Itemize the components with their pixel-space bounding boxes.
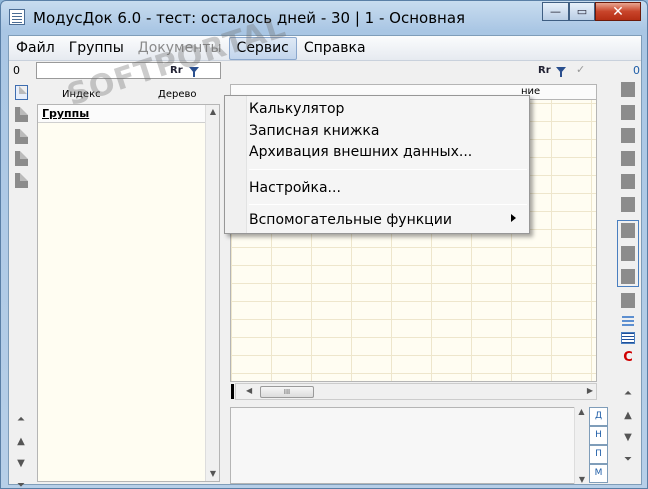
document-icon[interactable] — [621, 174, 635, 189]
side-tab-n[interactable]: Н — [589, 426, 608, 445]
right-register-filter-button[interactable]: Rr — [538, 65, 551, 76]
menu-documents[interactable]: Документы — [131, 37, 229, 60]
notes-panel[interactable] — [230, 407, 588, 484]
left-counter: 0 — [13, 64, 20, 77]
menu-item-notebook[interactable]: Записная книжка — [249, 121, 379, 141]
tab-index[interactable]: Индекс — [62, 89, 101, 100]
menu-item-settings[interactable]: Настройка... — [249, 178, 341, 198]
scroll-left-icon[interactable]: ◀ — [246, 386, 252, 395]
notes-scrollbar[interactable]: ▲ ▼ — [574, 407, 588, 484]
menu-service[interactable]: Сервис — [228, 36, 297, 60]
menu-item-calculator[interactable]: Калькулятор — [249, 99, 344, 119]
menu-item-archive[interactable]: Архивация внешних данных... — [249, 142, 472, 162]
app-icon[interactable] — [9, 9, 25, 25]
menu-groups[interactable]: Группы — [62, 37, 131, 60]
window-title: МодусДок 6.0 - тест: осталось дней - 30 … — [33, 9, 466, 27]
submenu-arrow-icon — [511, 214, 516, 222]
scroll-down-icon[interactable]: ▼ — [206, 467, 220, 481]
grid-horizontal-scrollbar[interactable]: ◀ III ▶ — [235, 383, 597, 400]
left-filter-icon[interactable] — [189, 67, 200, 78]
app-window: МодусДок 6.0 - тест: осталось дней - 30 … — [0, 0, 648, 489]
document-icon[interactable] — [14, 129, 28, 144]
document-icon[interactable] — [14, 173, 28, 188]
list-view-icon[interactable] — [621, 332, 635, 344]
last-arrow-icon[interactable]: ⏷ — [13, 479, 29, 489]
next-arrow-icon[interactable]: ▼ — [620, 431, 636, 445]
scroll-up-icon[interactable]: ▲ — [206, 105, 220, 119]
first-arrow-icon[interactable]: ⏶ — [13, 413, 29, 427]
menu-bar: Файл Группы Документы Сервис Справка — [9, 36, 641, 61]
side-tab-m[interactable]: М — [589, 464, 608, 483]
document-icon[interactable] — [14, 151, 28, 166]
copy-tools-group — [617, 220, 639, 287]
document-icon[interactable] — [621, 151, 635, 166]
service-dropdown-menu: Калькулятор Записная книжка Архивация вн… — [224, 95, 530, 234]
groups-panel[interactable]: Группы ▲ ▼ — [37, 104, 220, 482]
menu-file[interactable]: Файл — [9, 37, 62, 60]
right-toolbar: С ⏶ ▲ ▼ ⏷ — [617, 82, 639, 482]
maximize-button[interactable]: ▭ — [569, 2, 595, 21]
copy-icon[interactable] — [621, 223, 635, 238]
left-toolbar: ⏶ ▲ ▼ ⏷ — [11, 82, 31, 489]
row-indicator — [231, 384, 234, 399]
document-icon[interactable] — [621, 105, 635, 120]
prev-arrow-icon[interactable]: ▲ — [620, 409, 636, 423]
menu-item-auxiliary-functions[interactable]: Вспомогательные функции — [249, 210, 452, 230]
right-counter: 0 — [633, 64, 640, 77]
copy-icon[interactable] — [621, 246, 635, 261]
client-area: Файл Группы Документы Сервис Справка 0 R… — [8, 10, 642, 489]
menu-separator — [249, 204, 527, 205]
scroll-thumb[interactable]: III — [260, 386, 314, 398]
new-document-icon[interactable] — [14, 85, 28, 100]
close-button[interactable]: ✕ — [595, 2, 641, 21]
menu-separator — [249, 169, 527, 170]
align-icon[interactable] — [622, 316, 634, 326]
menu-gutter — [225, 96, 247, 233]
side-tab-p[interactable]: П — [589, 445, 608, 464]
title-bar[interactable]: МодусДок 6.0 - тест: осталось дней - 30 … — [1, 1, 647, 35]
prev-arrow-icon[interactable]: ▲ — [13, 435, 29, 449]
next-arrow-icon[interactable]: ▼ — [13, 457, 29, 471]
red-c-icon[interactable]: С — [617, 350, 639, 365]
groups-header[interactable]: Группы — [38, 105, 219, 123]
scroll-down-icon[interactable]: ▼ — [575, 475, 589, 484]
side-tab-d[interactable]: Д — [589, 407, 608, 426]
menu-help[interactable]: Справка — [297, 37, 373, 60]
left-tabs: Индекс Дерево — [36, 81, 226, 103]
left-register-filter-button[interactable]: Rr — [170, 65, 183, 76]
last-arrow-icon[interactable]: ⏷ — [620, 453, 636, 467]
scroll-up-icon[interactable]: ▲ — [575, 407, 588, 416]
window-controls: — ▭ ✕ — [542, 2, 641, 21]
document-icon[interactable] — [14, 107, 28, 122]
right-filter-icon[interactable] — [556, 67, 567, 78]
minimize-button[interactable]: — — [542, 2, 569, 21]
folder-icon[interactable] — [621, 293, 635, 308]
paste-icon[interactable] — [621, 269, 635, 284]
first-arrow-icon[interactable]: ⏶ — [620, 387, 636, 401]
side-tabs: Д Н П М — [589, 407, 613, 484]
document-icon[interactable] — [621, 82, 635, 97]
check-icon[interactable]: ✓ — [576, 63, 585, 76]
document-icon[interactable] — [621, 197, 635, 212]
groups-scrollbar[interactable]: ▲ ▼ — [205, 105, 219, 481]
scroll-right-icon[interactable]: ▶ — [587, 386, 593, 395]
tab-tree[interactable]: Дерево — [158, 89, 196, 100]
document-icon[interactable] — [621, 128, 635, 143]
